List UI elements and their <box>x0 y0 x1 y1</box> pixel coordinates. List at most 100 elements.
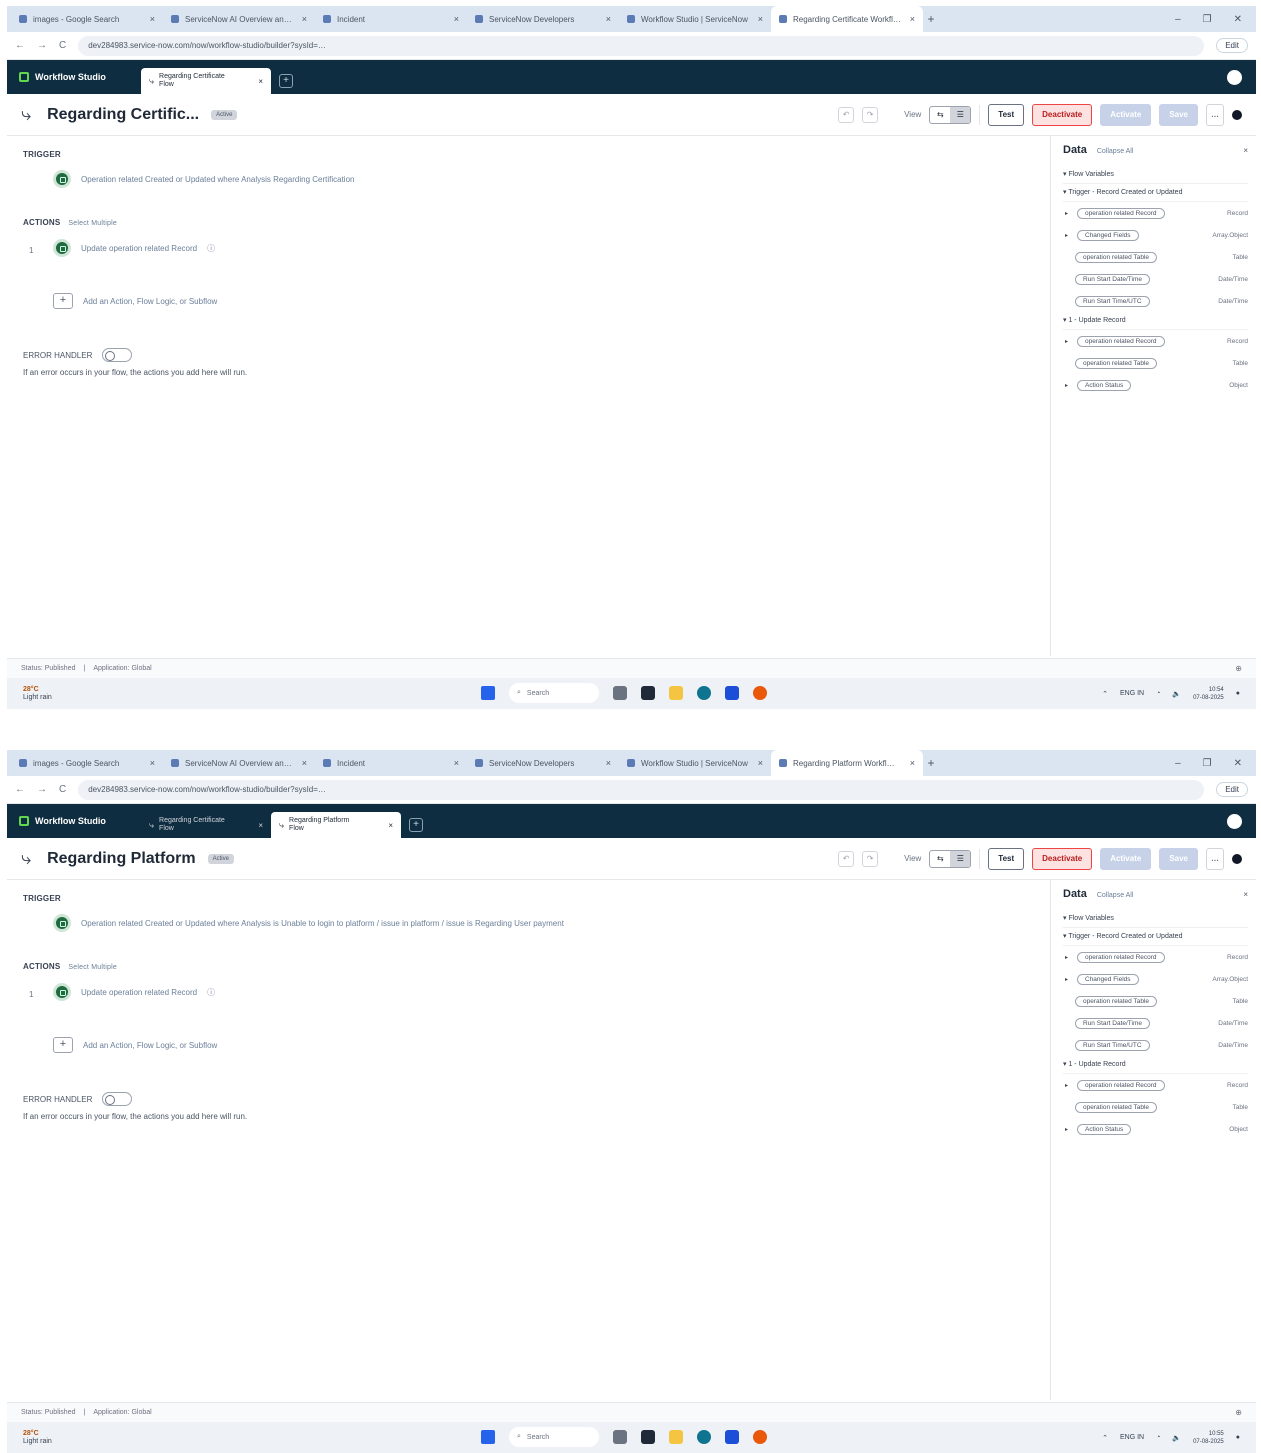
app-tab-active[interactable]: ⤷ Regarding Certificate Flow × <box>141 68 271 94</box>
data-pill-row[interactable]: operation related Table Table <box>1063 246 1248 268</box>
close-icon[interactable]: × <box>606 758 611 768</box>
windows-start-icon[interactable] <box>481 686 495 700</box>
add-action-row[interactable]: + Add an Action, Flow Logic, or Subflow <box>53 293 217 309</box>
data-pill[interactable]: Run Start Date/Time <box>1075 273 1151 285</box>
error-handler-toggle[interactable] <box>102 1092 133 1106</box>
widgets-icon[interactable] <box>613 1430 627 1444</box>
close-icon[interactable]: × <box>758 758 763 768</box>
data-pill[interactable]: Run Start Time/UTC <box>1075 1039 1150 1051</box>
avatar[interactable] <box>1227 814 1242 829</box>
data-pill[interactable]: operation related Record <box>1077 335 1165 347</box>
data-pill-row[interactable]: Run Start Time/UTC Date/Time <box>1063 1034 1248 1056</box>
data-pill-row[interactable]: Run Start Time/UTC Date/Time <box>1063 290 1248 312</box>
save-button[interactable]: Save <box>1159 847 1198 870</box>
data-pill-row[interactable]: ▸ operation related Record Record <box>1063 202 1248 224</box>
brand[interactable]: Workflow Studio <box>19 804 141 838</box>
list-view-icon[interactable]: ☰ <box>950 850 971 867</box>
data-pill-row[interactable]: ▸ operation related Record Record <box>1063 946 1248 968</box>
close-icon[interactable]: × <box>150 758 155 768</box>
maximize-button[interactable]: ❐ <box>1203 758 1212 769</box>
save-button[interactable]: Save <box>1159 103 1198 126</box>
zoom-icon[interactable]: ⊕ <box>1235 1408 1242 1417</box>
data-pill[interactable]: operation related Record <box>1077 207 1165 219</box>
reload-button[interactable]: C <box>59 40 66 51</box>
trigger-node[interactable]: Operation related Created or Updated whe… <box>53 914 564 932</box>
browser-tab[interactable]: Workflow Studio | ServiceNow × <box>619 750 771 776</box>
close-icon[interactable]: × <box>606 14 611 24</box>
plus-icon[interactable]: + <box>53 293 73 309</box>
data-pill[interactable]: Changed Fields <box>1077 229 1139 241</box>
browser-tab-active[interactable]: Regarding Platform Workfl… × <box>771 750 923 776</box>
forward-button[interactable]: → <box>37 784 47 795</box>
undo-button[interactable]: ↶ <box>838 850 855 867</box>
data-pill[interactable]: operation related Table <box>1075 995 1158 1007</box>
data-group-trigger[interactable]: ▾ Trigger - Record Created or Updated <box>1063 184 1248 202</box>
task-view-icon[interactable] <box>641 686 655 700</box>
browser-tab[interactable]: ServiceNow Developers × <box>467 750 619 776</box>
test-button[interactable]: Test <box>988 847 1025 870</box>
notification-icon[interactable]: ● <box>1236 1434 1240 1441</box>
close-window-button[interactable]: ✕ <box>1234 14 1242 25</box>
close-icon[interactable]: × <box>910 758 915 768</box>
list-view-icon[interactable]: ☰ <box>950 106 971 123</box>
store-icon[interactable] <box>725 686 739 700</box>
data-pill[interactable]: operation related Record <box>1077 951 1165 963</box>
file-explorer-icon[interactable] <box>669 686 683 700</box>
data-pill-row[interactable]: operation related Table Table <box>1063 1096 1248 1118</box>
language-indicator[interactable]: ENG IN <box>1120 690 1144 697</box>
data-pill-row[interactable]: Run Start Date/Time Date/Time <box>1063 268 1248 290</box>
weather-widget[interactable]: 28°C Light rain <box>23 686 52 702</box>
chevron-up-icon[interactable]: ⌃ <box>1102 690 1108 698</box>
collapse-all-link[interactable]: Collapse All <box>1097 892 1134 899</box>
plus-icon[interactable]: + <box>53 1037 73 1053</box>
data-pill-row[interactable]: operation related Table Table <box>1063 352 1248 374</box>
maximize-button[interactable]: ❐ <box>1203 14 1212 25</box>
new-tab-button[interactable]: + <box>923 12 939 26</box>
test-button[interactable]: Test <box>988 103 1025 126</box>
caret-right-icon[interactable]: ▸ <box>1065 1082 1071 1089</box>
taskbar-search[interactable]: ⌕ Search <box>509 1427 599 1447</box>
widgets-icon[interactable] <box>613 686 627 700</box>
close-icon[interactable]: × <box>1243 146 1248 155</box>
clock[interactable]: 10:54 07-08-2025 <box>1193 686 1224 702</box>
language-indicator[interactable]: ENG IN <box>1120 1434 1144 1441</box>
data-pill-row[interactable]: ▸ operation related Record Record <box>1063 1074 1248 1096</box>
close-icon[interactable]: × <box>302 14 307 24</box>
edge-icon[interactable] <box>697 686 711 700</box>
browser-tab[interactable]: ServiceNow AI Overview and… × <box>163 6 315 32</box>
more-button[interactable]: … <box>1206 103 1224 126</box>
caret-right-icon[interactable]: ▸ <box>1065 954 1071 961</box>
close-icon[interactable]: × <box>150 14 155 24</box>
deactivate-button[interactable]: Deactivate <box>1032 103 1093 126</box>
undo-button[interactable]: ↶ <box>838 106 855 123</box>
flow-view-icon[interactable]: ⇆ <box>930 107 950 123</box>
taskbar-search[interactable]: ⌕ Search <box>509 683 599 703</box>
close-window-button[interactable]: ✕ <box>1234 758 1242 769</box>
flow-view-icon[interactable]: ⇆ <box>930 851 950 867</box>
chrome-icon[interactable] <box>753 686 767 700</box>
close-icon[interactable]: × <box>910 14 915 24</box>
edit-button[interactable]: Edit <box>1216 38 1248 53</box>
forward-button[interactable]: → <box>37 40 47 51</box>
back-button[interactable]: ← <box>15 784 25 795</box>
close-icon[interactable]: × <box>302 758 307 768</box>
chrome-icon[interactable] <box>753 1430 767 1444</box>
data-pill[interactable]: Run Start Time/UTC <box>1075 295 1150 307</box>
data-pill[interactable]: operation related Table <box>1075 1101 1158 1113</box>
data-pill-row[interactable]: ▸ Action Status Object <box>1063 1118 1248 1140</box>
data-group-flow-variables[interactable]: ▾ Flow Variables <box>1063 166 1248 184</box>
activate-button[interactable]: Activate <box>1100 103 1152 126</box>
file-explorer-icon[interactable] <box>669 1430 683 1444</box>
wifi-icon[interactable]: ◔ <box>1156 690 1160 697</box>
data-pill-row[interactable]: ▸ operation related Record Record <box>1063 330 1248 352</box>
redo-button[interactable]: ↷ <box>862 850 879 867</box>
data-pill[interactable]: operation related Table <box>1075 251 1158 263</box>
activate-button[interactable]: Activate <box>1100 847 1152 870</box>
error-handler-toggle[interactable] <box>102 348 133 362</box>
close-icon[interactable]: × <box>1243 890 1248 899</box>
browser-tab[interactable]: ServiceNow Developers × <box>467 6 619 32</box>
browser-tab[interactable]: images - Google Search × <box>11 750 163 776</box>
caret-right-icon[interactable]: ▸ <box>1065 382 1071 389</box>
notification-icon[interactable]: ● <box>1236 690 1240 697</box>
data-pill-row[interactable]: ▸ Changed Fields Array.Object <box>1063 968 1248 990</box>
